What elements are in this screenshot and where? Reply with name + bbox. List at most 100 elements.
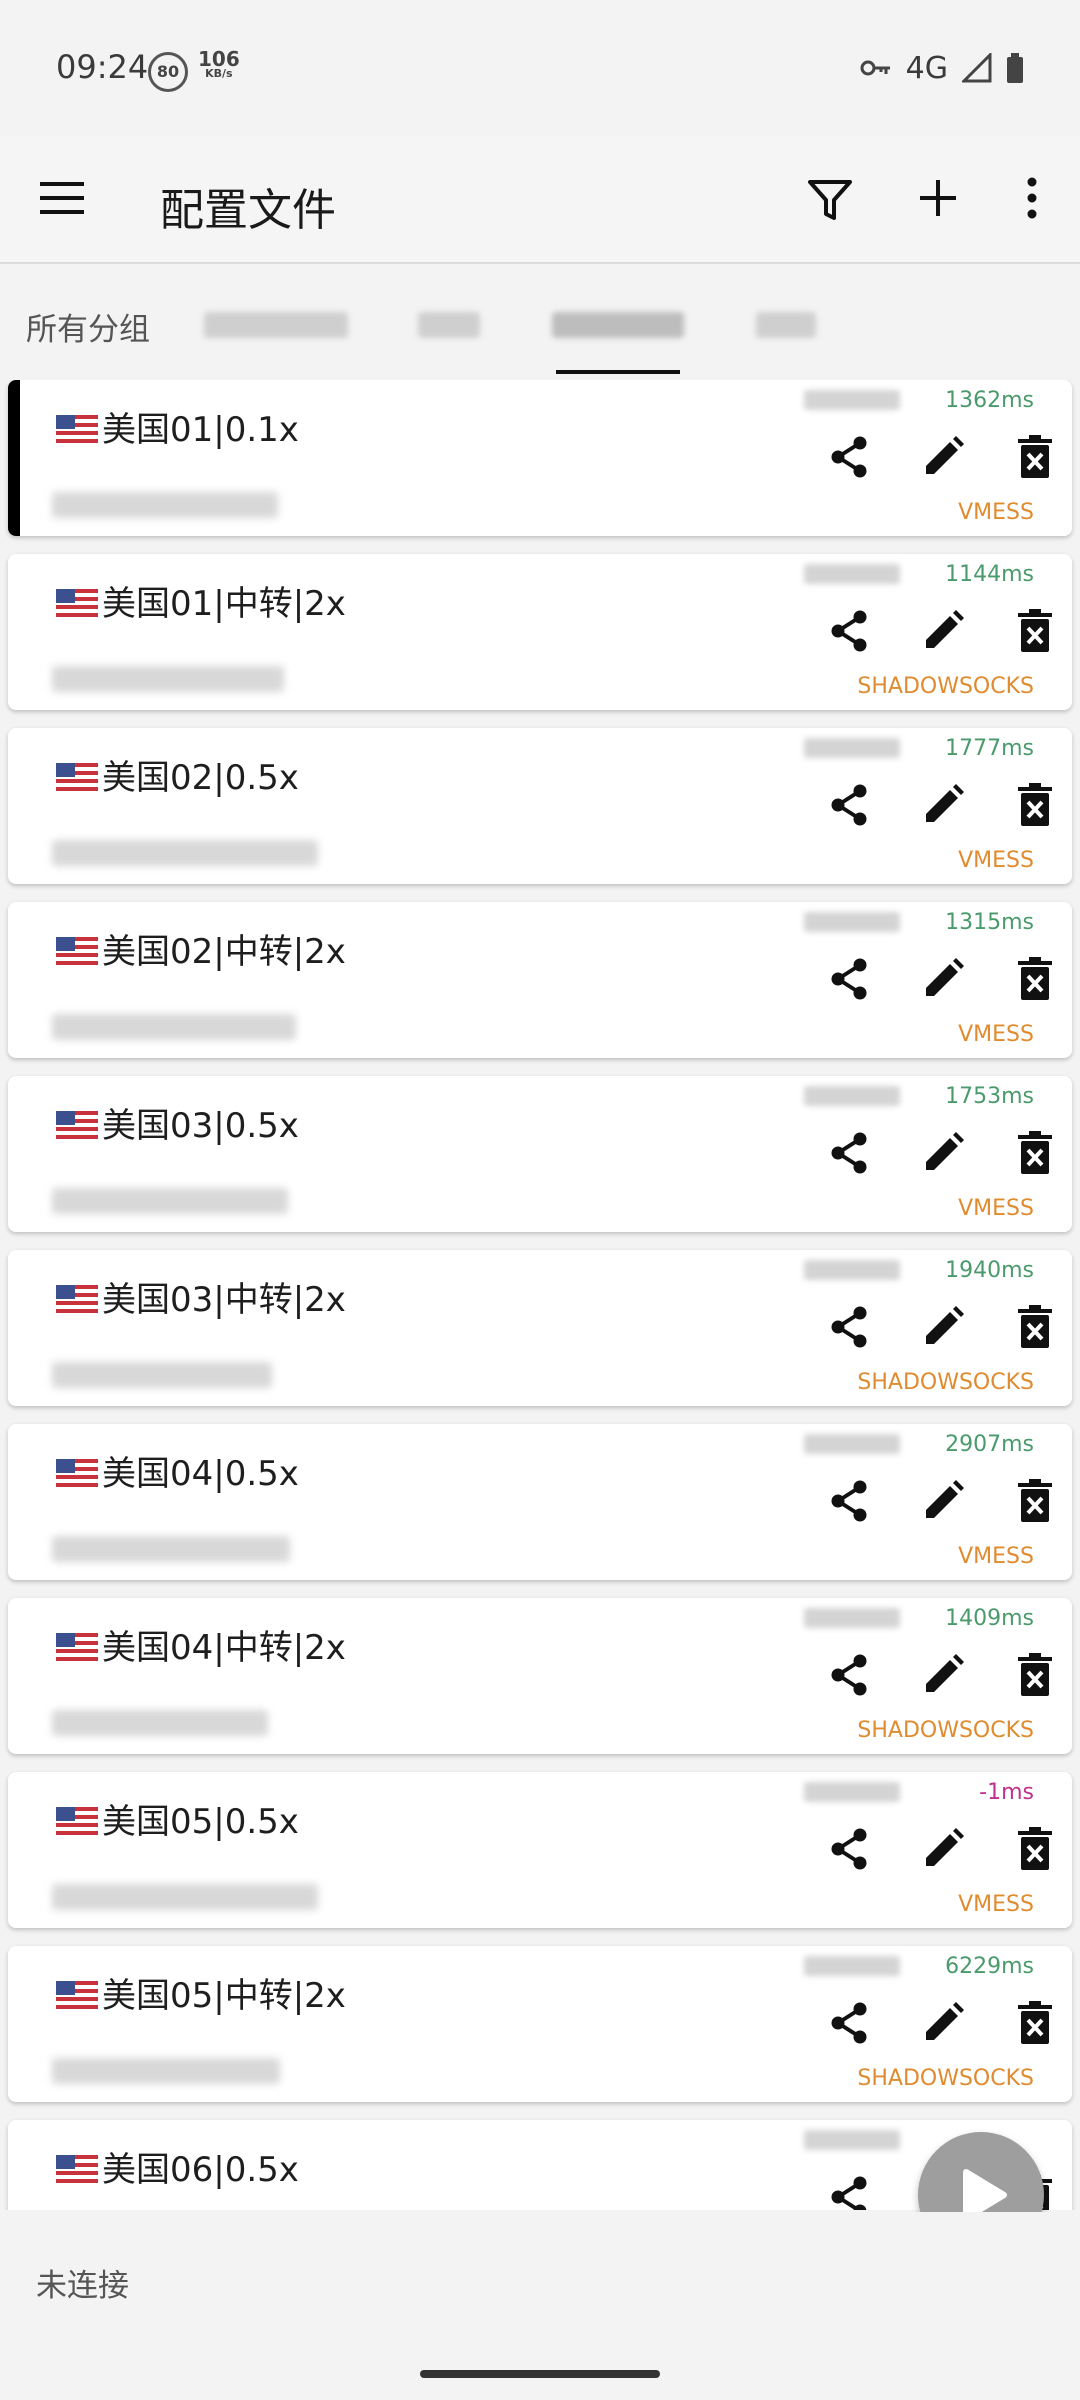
server-name: 美国05|中转|2x: [56, 1968, 346, 2017]
server-card[interactable]: 美国06|0.5x: [8, 2120, 1072, 2210]
connection-status-bar[interactable]: 未连接: [0, 2212, 1080, 2400]
delete-icon[interactable]: [1012, 1304, 1058, 1350]
delete-icon[interactable]: [1012, 1652, 1058, 1698]
server-address: [52, 492, 278, 518]
battery-icon: [1007, 53, 1023, 83]
edit-icon[interactable]: [920, 1130, 966, 1176]
server-name-text: 美国05|0.5x: [102, 1802, 299, 1842]
share-icon[interactable]: [826, 1652, 872, 1698]
latency-label: 6229ms: [945, 1954, 1034, 1979]
server-test-info: [804, 390, 900, 410]
latency-label: 1315ms: [945, 910, 1034, 935]
server-name-text: 美国05|中转|2x: [102, 1976, 346, 2016]
tab-group-2[interactable]: [418, 312, 480, 338]
edit-icon[interactable]: [920, 608, 966, 654]
server-name: 美国02|中转|2x: [56, 924, 346, 973]
add-icon[interactable]: [916, 176, 960, 220]
tab-group-3[interactable]: [552, 312, 684, 338]
server-card[interactable]: 美国02|0.5x 1777ms VMESS: [8, 728, 1072, 884]
tab-group-1[interactable]: [204, 312, 348, 338]
edit-icon[interactable]: [920, 782, 966, 828]
protocol-type: VMESS: [958, 1022, 1034, 1047]
delete-icon[interactable]: [1012, 608, 1058, 654]
server-name-text: 美国04|中转|2x: [102, 1628, 346, 1668]
server-name-text: 美国01|0.1x: [102, 410, 299, 450]
server-address: [52, 2058, 280, 2084]
status-icons: 4G: [860, 48, 1024, 88]
server-card[interactable]: 美国04|0.5x 2907ms VMESS: [8, 1424, 1072, 1580]
edit-icon[interactable]: [920, 956, 966, 1002]
server-name-text: 美国01|中转|2x: [102, 584, 346, 624]
share-icon[interactable]: [826, 2174, 872, 2210]
network-speed: 106 KB/s: [198, 49, 240, 80]
server-card[interactable]: 美国05|0.5x -1ms VMESS: [8, 1772, 1072, 1928]
tab-indicator: [556, 370, 680, 374]
connection-status: 未连接: [36, 2268, 129, 2304]
server-card[interactable]: 美国05|中转|2x 6229ms SHADOWSOCKS: [8, 1946, 1072, 2102]
network-type: 4G: [905, 50, 948, 86]
delete-icon[interactable]: [1012, 2000, 1058, 2046]
edit-icon[interactable]: [920, 434, 966, 480]
server-card[interactable]: 美国01|中转|2x 1144ms SHADOWSOCKS: [8, 554, 1072, 710]
server-name-text: 美国03|0.5x: [102, 1106, 299, 1146]
server-list[interactable]: 美国01|0.1x 1362ms VMESS 美国01|中转|2x 1144ms…: [0, 380, 1080, 2210]
share-icon[interactable]: [826, 1478, 872, 1524]
delete-icon[interactable]: [1012, 782, 1058, 828]
delete-icon[interactable]: [1012, 1130, 1058, 1176]
server-name-text: 美国03|中转|2x: [102, 1280, 346, 1320]
server-card[interactable]: 美国03|0.5x 1753ms VMESS: [8, 1076, 1072, 1232]
us-flag-icon: [56, 937, 98, 965]
server-test-info: [804, 1956, 900, 1976]
edit-icon[interactable]: [920, 1652, 966, 1698]
server-name: 美国04|0.5x: [56, 1446, 299, 1495]
share-icon[interactable]: [826, 2000, 872, 2046]
delete-icon[interactable]: [1012, 1478, 1058, 1524]
group-tabs: 所有分组: [0, 264, 1080, 378]
vpn-key-icon: [860, 60, 890, 76]
share-icon[interactable]: [826, 608, 872, 654]
server-name: 美国04|中转|2x: [56, 1620, 346, 1669]
share-icon[interactable]: [826, 782, 872, 828]
share-icon[interactable]: [826, 1304, 872, 1350]
delete-icon[interactable]: [1012, 956, 1058, 1002]
server-test-info: [804, 564, 900, 584]
filter-icon[interactable]: [808, 178, 852, 222]
server-address: [52, 840, 318, 866]
us-flag-icon: [56, 1459, 98, 1487]
server-card[interactable]: 美国03|中转|2x 1940ms SHADOWSOCKS: [8, 1250, 1072, 1406]
server-test-info: [804, 1782, 900, 1802]
protocol-type: VMESS: [958, 1544, 1034, 1569]
share-icon[interactable]: [826, 434, 872, 480]
edit-icon[interactable]: [920, 1304, 966, 1350]
tab-group-4[interactable]: [756, 312, 816, 338]
latency-label: 1144ms: [945, 562, 1034, 587]
latency-label: 1409ms: [945, 1606, 1034, 1631]
edit-icon[interactable]: [920, 2000, 966, 2046]
more-options-icon[interactable]: [1018, 176, 1046, 220]
server-card[interactable]: 美国01|0.1x 1362ms VMESS: [8, 380, 1072, 536]
us-flag-icon: [56, 415, 98, 443]
delete-icon[interactable]: [1012, 1826, 1058, 1872]
menu-icon[interactable]: [40, 178, 84, 218]
share-icon[interactable]: [826, 1826, 872, 1872]
share-icon[interactable]: [826, 956, 872, 1002]
tab-all-groups[interactable]: 所有分组: [26, 304, 150, 349]
us-flag-icon: [56, 2155, 98, 2183]
server-card[interactable]: 美国02|中转|2x 1315ms VMESS: [8, 902, 1072, 1058]
edit-icon[interactable]: [920, 1826, 966, 1872]
signal-icon: [962, 53, 992, 83]
server-name-text: 美国06|0.5x: [102, 2150, 299, 2190]
protocol-type: SHADOWSOCKS: [857, 674, 1034, 699]
server-name: 美国02|0.5x: [56, 750, 299, 799]
edit-icon[interactable]: [920, 1478, 966, 1524]
home-indicator[interactable]: [420, 2370, 660, 2378]
us-flag-icon: [56, 1981, 98, 2009]
server-card[interactable]: 美国04|中转|2x 1409ms SHADOWSOCKS: [8, 1598, 1072, 1754]
protocol-type: SHADOWSOCKS: [857, 1370, 1034, 1395]
share-icon[interactable]: [826, 1130, 872, 1176]
status-bar: 09:24 80 106 KB/s 4G: [0, 0, 1080, 136]
server-address: [52, 1884, 318, 1910]
us-flag-icon: [56, 1285, 98, 1313]
delete-icon[interactable]: [1012, 434, 1058, 480]
server-address: [52, 1362, 272, 1388]
